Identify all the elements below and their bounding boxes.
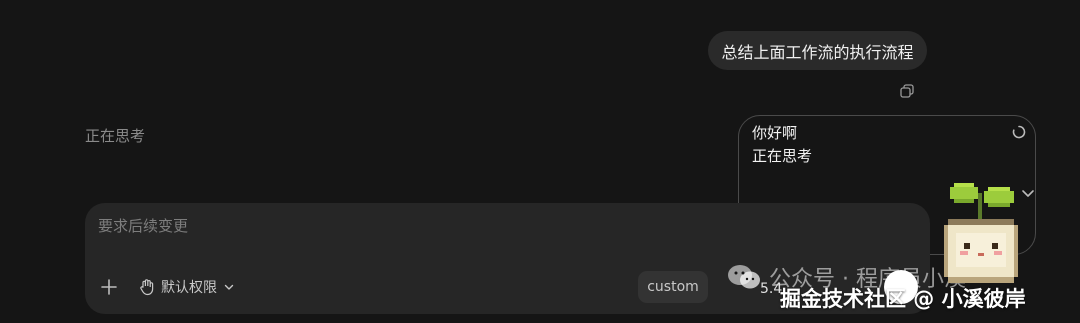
copy-message-button[interactable] bbox=[897, 81, 917, 101]
mini-thinking-text: 正在思考 bbox=[752, 147, 813, 165]
watermark-line2: 掘金技术社区 @ 小溪彼岸 bbox=[780, 287, 1026, 311]
sprout-mascot bbox=[944, 183, 1018, 283]
permission-selector[interactable]: 默认权限 bbox=[139, 276, 235, 298]
mini-greeting-text: 你好啊 bbox=[752, 124, 798, 142]
composer-input[interactable] bbox=[98, 217, 798, 235]
model-version-text: 5.4 bbox=[760, 281, 783, 297]
model-selector[interactable]: custom bbox=[638, 271, 708, 303]
copy-icon bbox=[900, 84, 914, 98]
user-message-text: 总结上面工作流的执行流程 bbox=[721, 42, 914, 62]
spinner-icon bbox=[1012, 125, 1026, 139]
model-label: custom bbox=[647, 279, 699, 295]
user-message-bubble: 总结上面工作流的执行流程 bbox=[708, 31, 927, 70]
add-attachment-button[interactable] bbox=[99, 277, 119, 297]
hand-icon bbox=[140, 279, 154, 296]
chevron-down-icon bbox=[224, 284, 234, 290]
plus-icon bbox=[101, 279, 117, 295]
wechat-icon bbox=[728, 265, 760, 289]
assistant-thinking-status: 正在思考 bbox=[85, 127, 146, 145]
permission-label: 默认权限 bbox=[161, 280, 217, 296]
